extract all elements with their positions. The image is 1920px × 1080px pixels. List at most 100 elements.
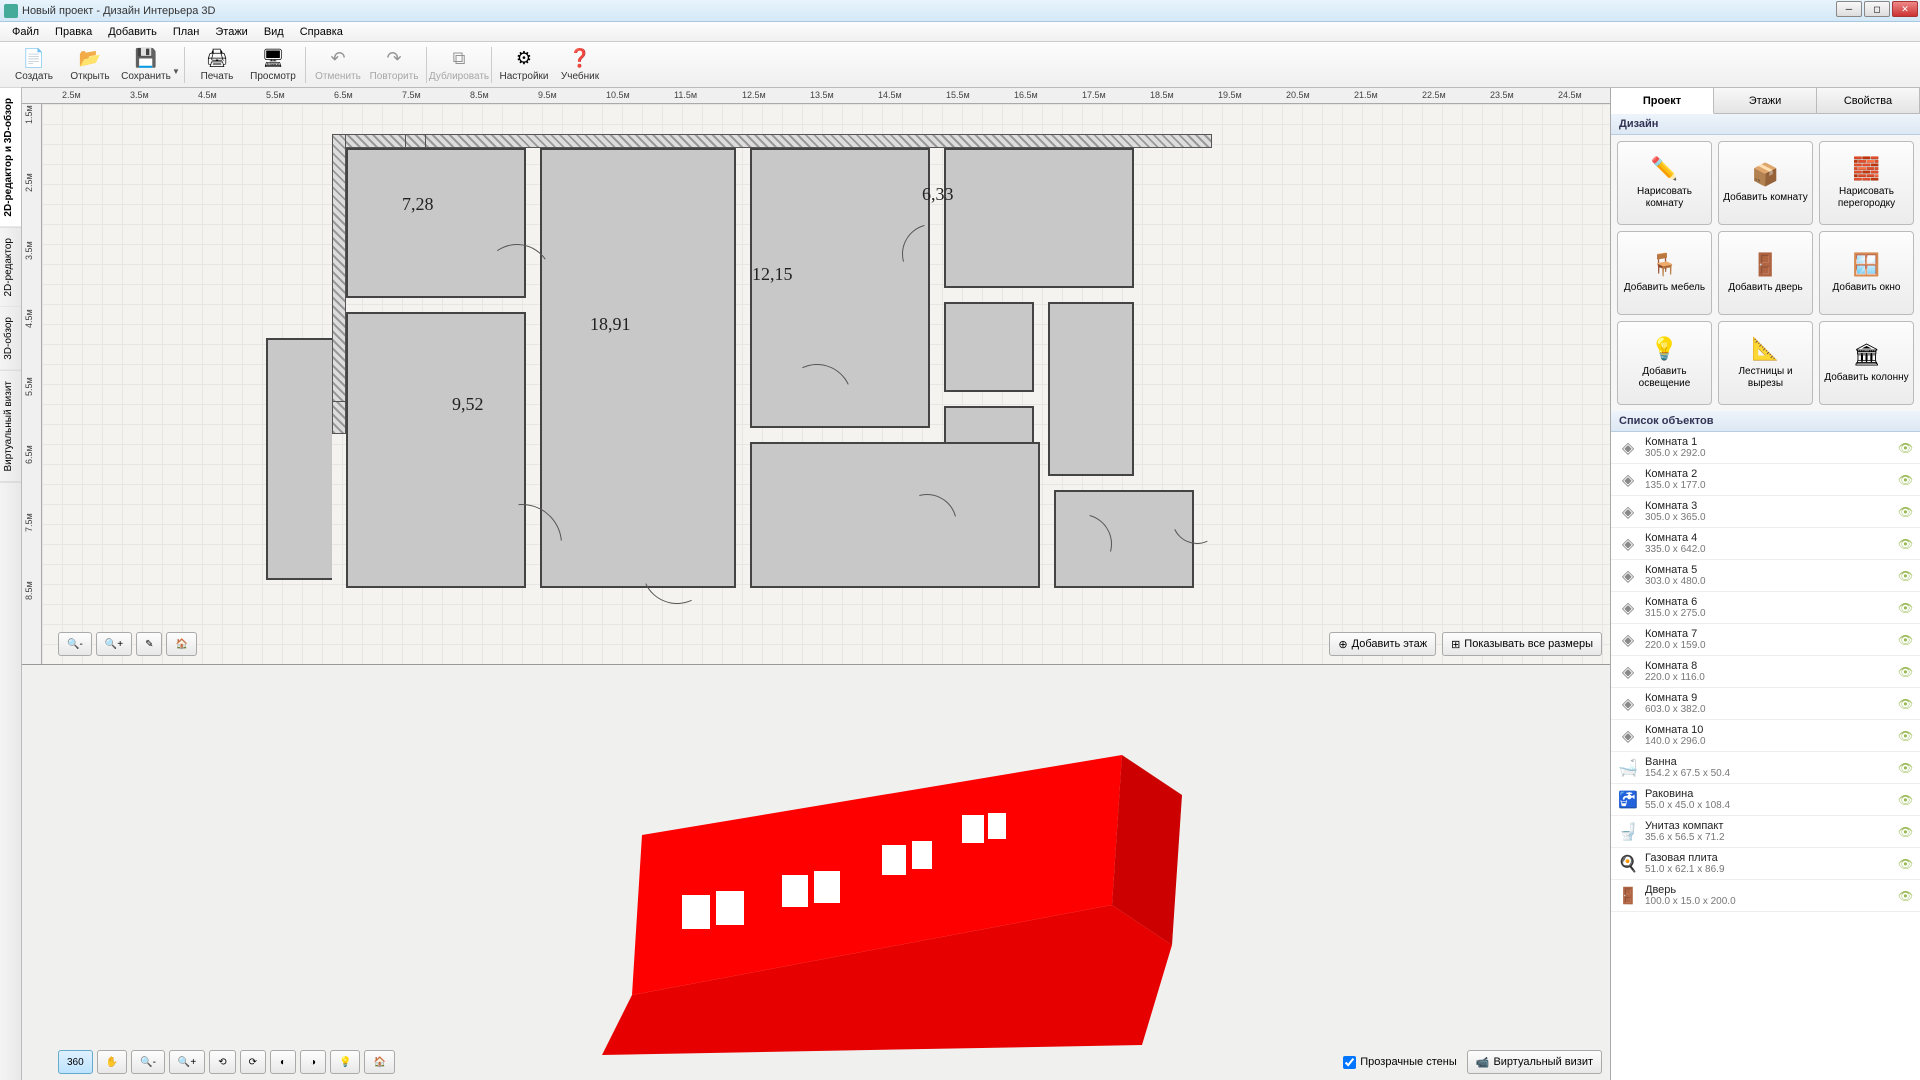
object-name: Комната 4 (1645, 532, 1898, 544)
left-view-tabs: 2D-редактор и 3D-обзор2D-редактор3D-обзо… (0, 88, 22, 1080)
panel-tab-floors[interactable]: Этажи (1714, 88, 1817, 113)
zoom-out-button[interactable]: 🔍- (58, 632, 92, 656)
draw-partition-button[interactable]: 🧱Нарисовать перегородку (1819, 141, 1914, 225)
object-item[interactable]: 🚪Дверь100.0 x 15.0 x 200.0👁 (1611, 880, 1920, 912)
object-dimensions: 305.0 x 365.0 (1645, 512, 1898, 523)
visibility-icon[interactable]: 👁 (1898, 537, 1914, 551)
panel-tab-props[interactable]: Свойства (1817, 88, 1920, 113)
menu-правка[interactable]: Правка (47, 24, 100, 40)
menu-вид[interactable]: Вид (256, 24, 292, 40)
visibility-icon[interactable]: 👁 (1898, 761, 1914, 775)
create-button[interactable]: 📄Создать (6, 44, 62, 86)
object-item[interactable]: ◈Комната 6315.0 x 275.0👁 (1611, 592, 1920, 624)
object-list[interactable]: ◈Комната 1305.0 x 292.0👁◈Комната 2135.0 … (1611, 432, 1920, 1080)
open-button[interactable]: 📂Открыть (62, 44, 118, 86)
maximize-button[interactable]: ◻ (1864, 1, 1890, 17)
visibility-icon[interactable]: 👁 (1898, 857, 1914, 871)
visibility-icon[interactable]: 👁 (1898, 601, 1914, 615)
menu-этажи[interactable]: Этажи (207, 24, 255, 40)
view-3d[interactable]: 360 ✋ 🔍- 🔍+ ⟲ ⟳ ◐ ◑ 💡 🏠 Прозрачные стены… (22, 664, 1610, 1080)
add-column-button[interactable]: 🏛Добавить колонну (1819, 321, 1914, 405)
object-item[interactable]: ◈Комната 7220.0 x 159.0👁 (1611, 624, 1920, 656)
object-item[interactable]: ◈Комната 4335.0 x 642.0👁 (1611, 528, 1920, 560)
window-title: Новый проект - Дизайн Интерьера 3D (22, 5, 215, 17)
close-button[interactable]: ✕ (1892, 1, 1918, 17)
transparent-walls-checkbox[interactable]: Прозрачные стены (1343, 1056, 1456, 1069)
light-toggle-button[interactable]: 💡 (330, 1050, 360, 1074)
room-label: 9,52 (452, 394, 484, 415)
object-name: Комната 1 (1645, 436, 1898, 448)
visibility-icon[interactable]: 👁 (1898, 729, 1914, 743)
objects-header: Список объектов (1611, 411, 1920, 432)
view-front-button[interactable]: ◐ (270, 1050, 296, 1074)
view-2d[interactable]: 1.5м2.5м3.5м4.5м5.5м6.5м7.5м8.5м (22, 104, 1610, 664)
add-light-button[interactable]: 💡Добавить освещение (1617, 321, 1712, 405)
visibility-icon[interactable]: 👁 (1898, 665, 1914, 679)
panel-tab-project[interactable]: Проект (1611, 88, 1714, 114)
zoom-in-button[interactable]: 🔍+ (96, 632, 132, 656)
zoom-in-3d-button[interactable]: 🔍+ (169, 1050, 205, 1074)
object-item[interactable]: ◈Комната 8220.0 x 116.0👁 (1611, 656, 1920, 688)
pan-button[interactable]: ✋ (97, 1050, 127, 1074)
visibility-icon[interactable]: 👁 (1898, 441, 1914, 455)
add-window-button[interactable]: 🪟Добавить окно (1819, 231, 1914, 315)
rotate-left-button[interactable]: ⟲ (209, 1050, 235, 1074)
object-item[interactable]: ◈Комната 1305.0 x 292.0👁 (1611, 432, 1920, 464)
home-3d-button[interactable]: 🏠 (364, 1050, 394, 1074)
edit-tool-button[interactable]: ✎ (136, 632, 162, 656)
object-item[interactable]: ◈Комната 5303.0 x 480.0👁 (1611, 560, 1920, 592)
settings-button[interactable]: ⚙Настройки (496, 44, 552, 86)
menu-добавить[interactable]: Добавить (100, 24, 165, 40)
visibility-icon[interactable]: 👁 (1898, 825, 1914, 839)
menu-файл[interactable]: Файл (4, 24, 47, 40)
left-tab-virtual[interactable]: Виртуальный визит (0, 371, 21, 483)
object-item[interactable]: 🍳Газовая плита51.0 x 62.1 x 86.9👁 (1611, 848, 1920, 880)
rotate-right-button[interactable]: ⟳ (240, 1050, 266, 1074)
home-button[interactable]: 🏠 (166, 632, 196, 656)
visibility-icon[interactable]: 👁 (1898, 473, 1914, 487)
left-tab-2d[interactable]: 2D-редактор (0, 228, 21, 308)
add-furniture-button[interactable]: 🪑Добавить мебель (1617, 231, 1712, 315)
visibility-icon[interactable]: 👁 (1898, 889, 1914, 903)
left-tab-3d[interactable]: 3D-обзор (0, 307, 21, 371)
save-button[interactable]: 💾Сохранить (118, 44, 174, 86)
visibility-icon[interactable]: 👁 (1898, 793, 1914, 807)
object-item[interactable]: ◈Комната 2135.0 x 177.0👁 (1611, 464, 1920, 496)
object-name: Газовая плита (1645, 852, 1898, 864)
print-button[interactable]: 🖨Печать (189, 44, 245, 86)
visibility-icon[interactable]: 👁 (1898, 505, 1914, 519)
object-name: Ванна (1645, 756, 1898, 768)
add-floor-button[interactable]: ⊕Добавить этаж (1329, 632, 1436, 656)
add-room-button[interactable]: 📦Добавить комнату (1718, 141, 1813, 225)
menu-план[interactable]: План (165, 24, 208, 40)
object-dimensions: 303.0 x 480.0 (1645, 576, 1898, 587)
save-dropdown[interactable]: ▼ (172, 67, 180, 76)
virtual-visit-button[interactable]: 📹Виртуальный визит (1467, 1050, 1602, 1074)
tutorial-button[interactable]: ❓Учебник (552, 44, 608, 86)
orbit-button[interactable]: 360 (58, 1050, 93, 1074)
object-item[interactable]: 🚰Раковина55.0 x 45.0 x 108.4👁 (1611, 784, 1920, 816)
left-tab-combo[interactable]: 2D-редактор и 3D-обзор (0, 88, 21, 228)
visibility-icon[interactable]: 👁 (1898, 633, 1914, 647)
preview-button[interactable]: 🖥Просмотр (245, 44, 301, 86)
minimize-button[interactable]: ─ (1836, 1, 1862, 17)
object-name: Унитаз компакт (1645, 820, 1898, 832)
center-area: 2.5м3.5м4.5м5.5м6.5м7.5м8.5м9.5м10.5м11.… (22, 88, 1610, 1080)
object-dimensions: 140.0 x 296.0 (1645, 736, 1898, 747)
object-icon: ◈ (1617, 661, 1639, 683)
menu-справка[interactable]: Справка (292, 24, 351, 40)
show-sizes-button[interactable]: ⊞Показывать все размеры (1442, 632, 1602, 656)
object-item[interactable]: ◈Комната 9603.0 x 382.0👁 (1611, 688, 1920, 720)
view-back-button[interactable]: ◑ (300, 1050, 326, 1074)
object-dimensions: 220.0 x 116.0 (1645, 672, 1898, 683)
draw-room-button[interactable]: ✏️Нарисовать комнату (1617, 141, 1712, 225)
object-item[interactable]: ◈Комната 3305.0 x 365.0👁 (1611, 496, 1920, 528)
zoom-out-3d-button[interactable]: 🔍- (131, 1050, 165, 1074)
object-item[interactable]: 🚽Унитаз компакт35.6 x 56.5 x 71.2👁 (1611, 816, 1920, 848)
stairs-button[interactable]: 📐Лестницы и вырезы (1718, 321, 1813, 405)
visibility-icon[interactable]: 👁 (1898, 569, 1914, 583)
object-item[interactable]: 🛁Ванна154.2 x 67.5 x 50.4👁 (1611, 752, 1920, 784)
visibility-icon[interactable]: 👁 (1898, 697, 1914, 711)
object-item[interactable]: ◈Комната 10140.0 x 296.0👁 (1611, 720, 1920, 752)
add-door-button[interactable]: 🚪Добавить дверь (1718, 231, 1813, 315)
